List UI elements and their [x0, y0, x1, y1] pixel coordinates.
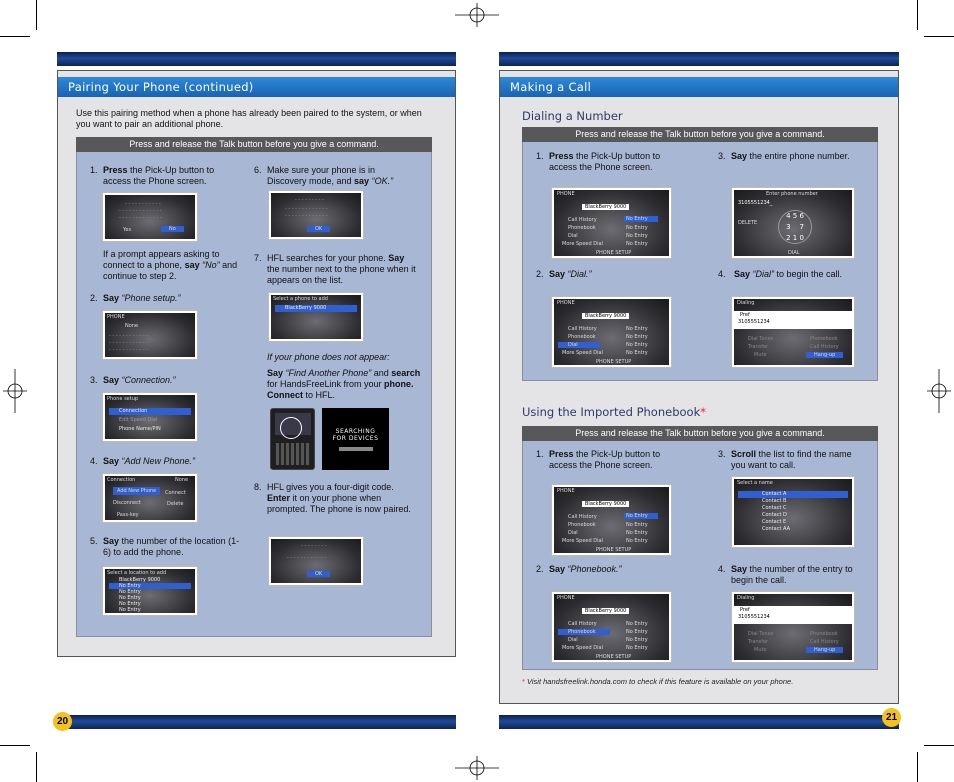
- subtitle-phonebook: Using the Imported Phonebook*: [522, 405, 706, 419]
- screen-enter-number: Enter phone number 3105551234_ DELETE 4 …: [731, 187, 855, 259]
- screen-phone-add: Select a phone to add BlackBerry 9000: [268, 292, 364, 342]
- dial-step-2: 2. Say “Dial.”: [536, 269, 592, 279]
- bottom-bar-right: [499, 715, 899, 729]
- pb-step-4: 4. Say the number of the entry to begin t…: [718, 564, 853, 585]
- section-header: Making a Call: [500, 77, 898, 97]
- screen-phone-menu-2: PHONE BlackBerry 9000 Call History Phone…: [551, 484, 672, 556]
- step-1: 1. Press the Pick-Up button to access the…: [90, 165, 215, 186]
- bottom-bar-left: [57, 715, 456, 729]
- screen-dialing-2: Dialing Pref 3105551234 Dial Tones Trans…: [731, 591, 855, 663]
- section-header: Pairing Your Phone (continued): [58, 77, 455, 97]
- registration-mark-top: [455, 3, 499, 27]
- crop-mark: [0, 36, 30, 37]
- crop-mark: [917, 752, 918, 782]
- step-5: 5. Say the number of the location (1-6) t…: [90, 536, 240, 557]
- crop-mark: [924, 745, 954, 746]
- screen-phone-phonebook: PHONE BlackBerry 9000 Call History Phone…: [551, 591, 672, 663]
- dial-step-1: 1. Press the Pick-Up button to access the…: [536, 151, 661, 172]
- screen-location: Select a location to add BlackBerry 9000…: [102, 566, 198, 616]
- step-7: 7. HFL searches for your phone. Say the n…: [254, 253, 416, 285]
- pb-step-2: 2. Say “Phonebook.”: [536, 564, 622, 574]
- pb-step-1: 1. Press the Pick-Up button to access the…: [536, 449, 661, 470]
- crop-mark: [917, 0, 918, 30]
- step-7-say: Say “Find Another Phone” and search for …: [267, 368, 421, 400]
- step-7-note: If your phone does not appear:: [267, 352, 390, 362]
- screen-code: - - - - - - - - - - - - - - - - - - - - …: [268, 536, 364, 586]
- intro-text: Use this pairing method when a phone has…: [76, 108, 422, 129]
- screen-select-name: Select a name Contact A Contact B Contac…: [731, 476, 855, 548]
- step-3: 3. Say “Connection.”: [90, 375, 176, 385]
- screen-phone-menu: PHONE BlackBerry 9000 Call History Phone…: [551, 187, 672, 259]
- top-bar-right: [499, 52, 899, 66]
- registration-mark-right: [927, 369, 951, 413]
- searching-screen: SEARCHING FOR DEVICES: [322, 408, 389, 470]
- talk-bar: Press and release the Talk button before…: [522, 426, 878, 441]
- screen-phone-dial: PHONE BlackBerry 9000 Call History Phone…: [551, 296, 672, 368]
- step-1-note: If a prompt appears asking to connect to…: [103, 249, 238, 281]
- page-number: 20: [53, 712, 72, 731]
- screen-phone: PHONE None - - - - - - - - - - - - - - -…: [102, 310, 198, 360]
- pb-step-3: 3. Scroll the list to find the name you w…: [718, 449, 852, 470]
- registration-mark-left: [3, 369, 27, 413]
- top-bar-left: [57, 52, 456, 66]
- page-number: 21: [882, 708, 901, 727]
- step-4: 4. Say “Add New Phone.”: [90, 456, 196, 466]
- step-6: 6. Make sure your phone is in Discovery m…: [254, 165, 394, 186]
- footnote: * Visit handsfreelink.honda.com to check…: [522, 677, 794, 686]
- registration-mark-bottom: [455, 756, 499, 780]
- crop-mark: [0, 745, 30, 746]
- dial-step-3: 3. Say the entire phone number.: [718, 151, 850, 161]
- dial-step-4: 4. Say “Dial” to begin the call.: [718, 269, 843, 279]
- crop-mark: [36, 0, 37, 30]
- subtitle-dialing: Dialing a Number: [522, 109, 623, 123]
- step-2: 2. Say “Phone setup.”: [90, 293, 181, 303]
- screen-ok-prompt: - - - - - - - - - - - - - - - - - - - - …: [268, 190, 364, 240]
- screen-phone-setup: Phone setup Connection Edit Speed Dial P…: [102, 392, 198, 442]
- step-8: 8. HFL gives you a four-digit code. Enter…: [254, 482, 411, 514]
- screen-prompt: - - - - - - - - - - - - - - - - - - - - …: [102, 192, 198, 242]
- talk-bar: Press and release the Talk button before…: [76, 137, 432, 152]
- crop-mark: [36, 752, 37, 782]
- screen-connection: Connection None Add New Phone Connect Di…: [102, 473, 198, 523]
- talk-bar: Press and release the Talk button before…: [522, 127, 878, 142]
- crop-mark: [924, 36, 954, 37]
- phone-image: [270, 408, 315, 470]
- screen-dialing: Dialing Pref 3105551234 Dial Tones Trans…: [731, 296, 855, 368]
